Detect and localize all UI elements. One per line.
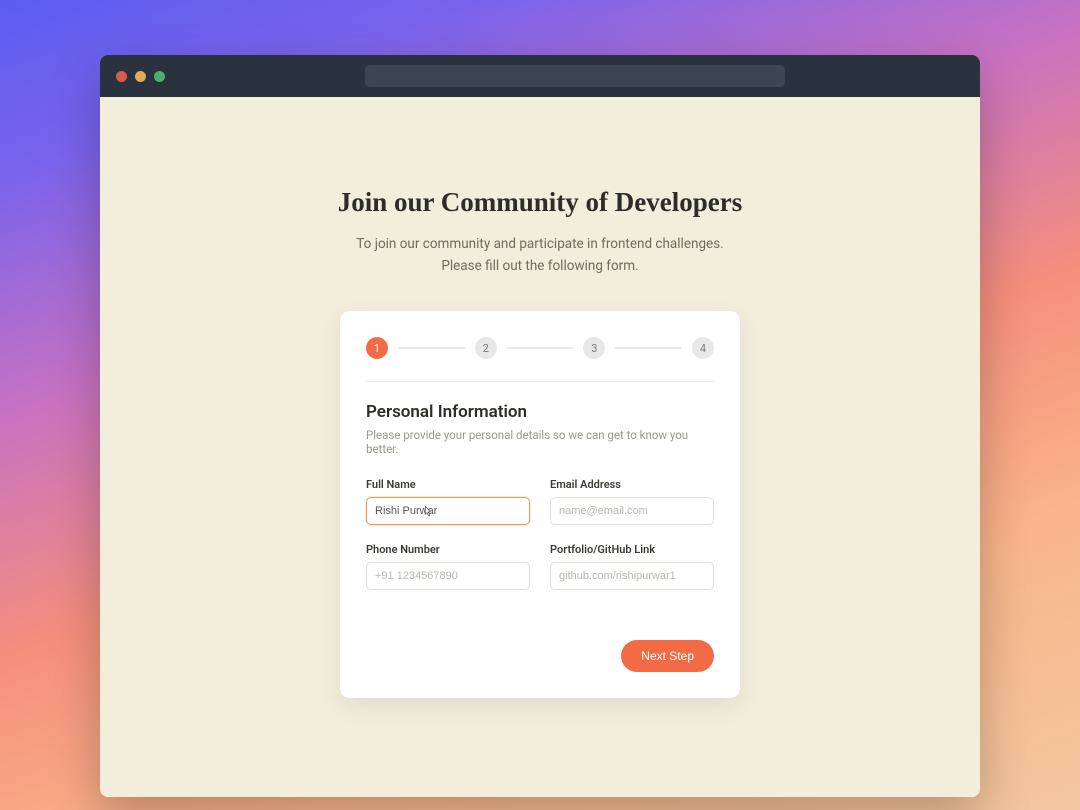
step-3[interactable]: 3 — [583, 337, 605, 359]
step-connector — [507, 347, 574, 349]
url-bar[interactable] — [365, 65, 785, 87]
step-1[interactable]: 1 — [366, 337, 388, 359]
stepper: 1 2 3 4 — [366, 337, 714, 382]
subtitle-line-2: Please fill out the following form. — [441, 258, 638, 274]
field-full-name: Full Name — [366, 478, 530, 525]
page-subtitle: To join our community and participate in… — [356, 234, 723, 277]
section-subtitle: Please provide your personal details so … — [366, 428, 714, 456]
field-portfolio: Portfolio/GitHub Link — [550, 543, 714, 590]
section-title: Personal Information — [366, 402, 714, 422]
page-title: Join our Community of Developers — [338, 187, 743, 218]
step-connector — [398, 347, 465, 349]
subtitle-line-1: To join our community and participate in… — [356, 236, 723, 252]
full-name-input[interactable] — [366, 497, 530, 525]
email-label: Email Address — [550, 478, 714, 491]
browser-titlebar — [100, 55, 980, 97]
close-icon[interactable] — [116, 71, 127, 82]
phone-label: Phone Number — [366, 543, 530, 556]
portfolio-input[interactable] — [550, 562, 714, 590]
email-input[interactable] — [550, 497, 714, 525]
browser-window: Join our Community of Developers To join… — [100, 55, 980, 797]
step-connector — [615, 347, 682, 349]
field-phone: Phone Number — [366, 543, 530, 590]
full-name-label: Full Name — [366, 478, 530, 491]
minimize-icon[interactable] — [135, 71, 146, 82]
phone-input[interactable] — [366, 562, 530, 590]
field-email: Email Address — [550, 478, 714, 525]
window-controls — [116, 71, 165, 82]
maximize-icon[interactable] — [154, 71, 165, 82]
portfolio-label: Portfolio/GitHub Link — [550, 543, 714, 556]
form-grid: Full Name Email Address Phone Number Por… — [366, 478, 714, 590]
step-2[interactable]: 2 — [475, 337, 497, 359]
form-actions: Next Step — [366, 640, 714, 672]
step-4[interactable]: 4 — [692, 337, 714, 359]
page-content: Join our Community of Developers To join… — [100, 97, 980, 797]
next-step-button[interactable]: Next Step — [621, 640, 714, 672]
form-card: 1 2 3 4 Personal Information Please prov… — [340, 311, 740, 698]
